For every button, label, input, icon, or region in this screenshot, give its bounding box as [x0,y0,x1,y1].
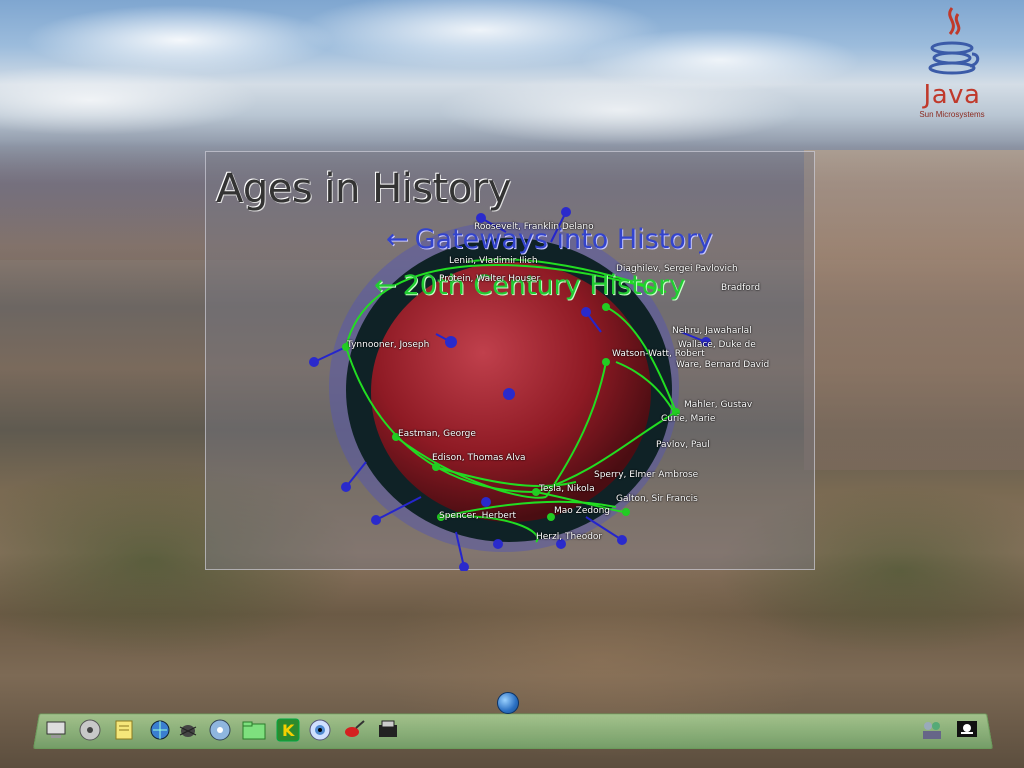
canyon-wall-right [804,150,1024,470]
back-arrow-icon: ← [386,224,409,255]
person-label[interactable]: Diaghilev, Sergei Pavlovich [616,264,738,274]
person-label[interactable]: Mahler, Gustav [684,400,752,410]
globe-icon[interactable] [497,692,519,714]
person-label[interactable]: Spencer, Herbert [439,511,516,521]
person-label[interactable]: Tynnooner, Joseph [347,340,429,350]
person-label[interactable]: Wallace, Duke de [678,340,756,350]
person-label[interactable]: Herzl, Theodor [536,532,602,542]
java-wordmark: Java [923,80,981,110]
pirate-flag-icon[interactable] [955,718,979,742]
notes-icon[interactable] [112,718,136,742]
person-label[interactable]: Ware, Bernard David [676,360,769,370]
java-company: Sun Microsystems [919,110,985,119]
bug-icon[interactable] [176,718,200,742]
person-label[interactable]: Sperry, Elmer Ambrose [594,470,698,480]
network-icon[interactable] [148,718,172,742]
disc-icon[interactable] [208,718,232,742]
person-label[interactable]: Watson-Watt, Robert [612,349,705,359]
person-label[interactable]: Pavlov, Paul [656,440,710,450]
person-label[interactable]: Protein, Walter Houser [439,274,540,284]
k-icon[interactable]: K [276,718,300,742]
person-label[interactable]: Edison, Thomas Alva [432,453,526,463]
java-cup-icon [928,7,980,75]
person-label[interactable]: Eastman, George [398,429,476,439]
person-label[interactable]: Tesla, Nikola [539,484,595,494]
eye-icon[interactable] [308,718,332,742]
folder-icon[interactable] [242,718,266,742]
sky-clouds [0,0,1024,150]
person-label[interactable]: Curie, Marie [661,414,715,424]
computer-icon[interactable] [44,718,68,742]
history-panel: Ages in History ← Gateways into History ←… [205,151,815,571]
person-label[interactable]: Bradford [721,283,760,293]
page-title: Ages in History [216,166,511,212]
film-icon[interactable] [376,718,400,742]
cd-icon[interactable] [78,718,102,742]
person-label[interactable]: Galton, Sir Francis [616,494,698,504]
person-label[interactable]: Roosevelt, Franklin Delano [474,222,594,232]
person-label[interactable]: Nehru, Jawaharlal [672,326,752,336]
brush-icon[interactable] [342,718,366,742]
svg-text:K: K [282,721,295,740]
person-label[interactable]: Mao Zedong [554,506,610,516]
person-label[interactable]: Lenin, Vladimir Ilich [449,256,538,266]
back-arrow-icon: ← [374,270,397,301]
people-icon[interactable] [920,718,944,742]
java-logo: Java Sun Microsystems [910,4,994,134]
